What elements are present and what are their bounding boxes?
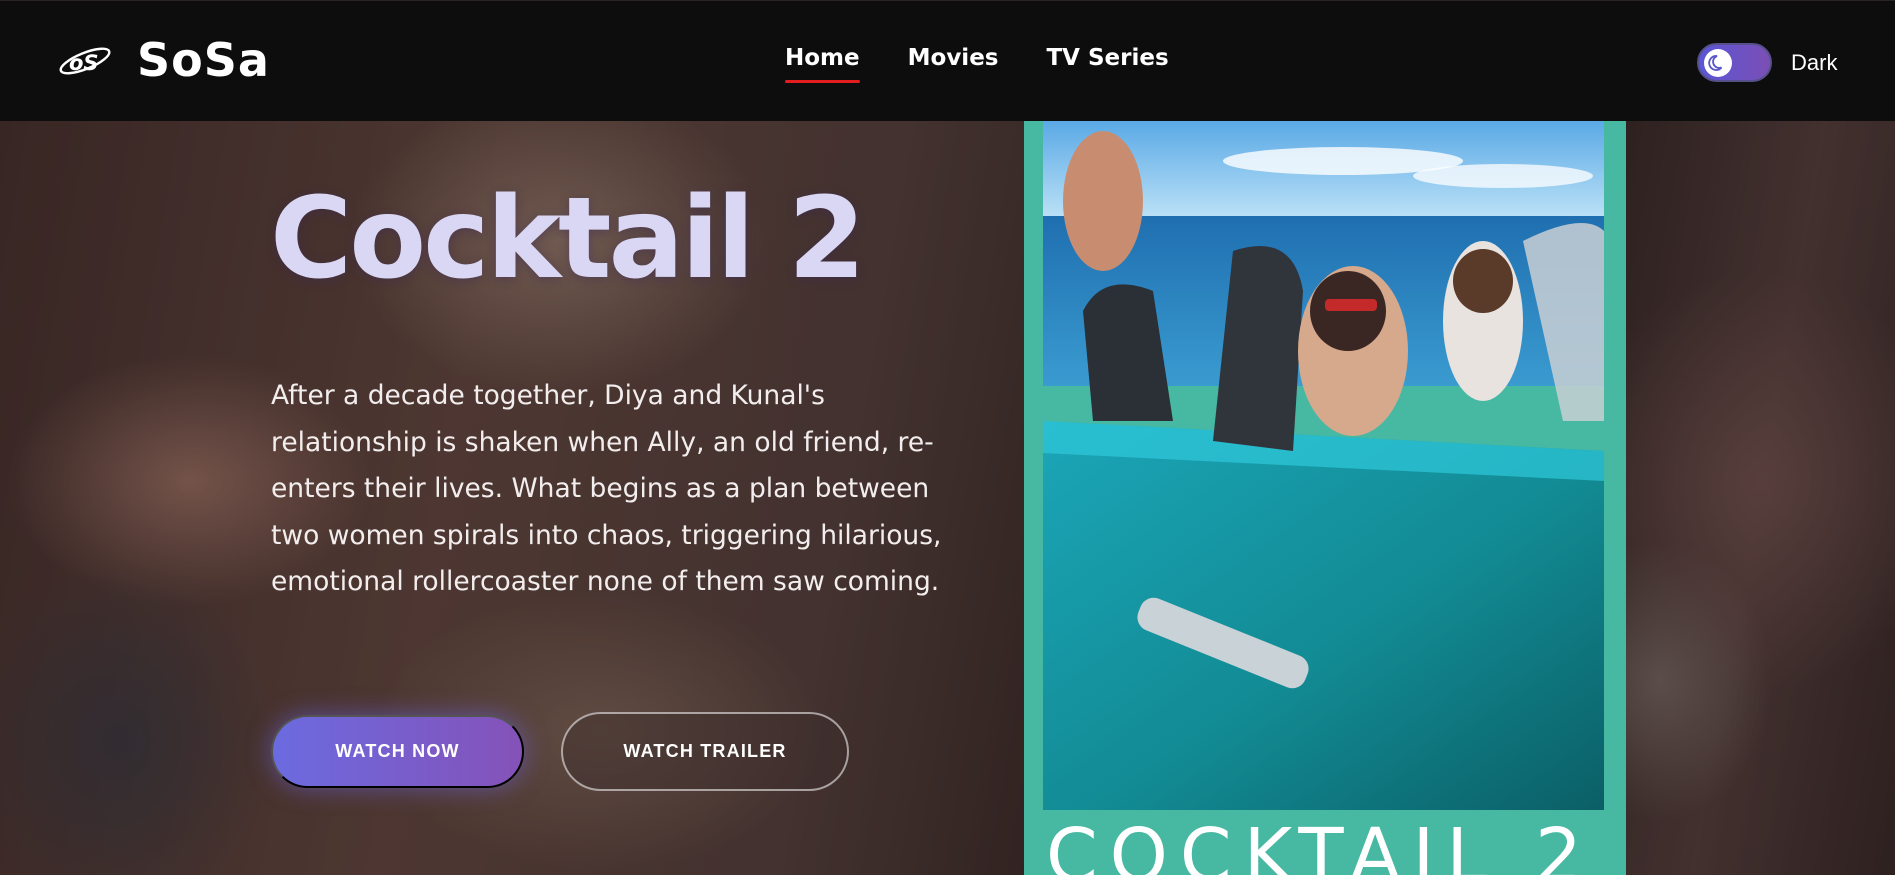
- poster-image: [1043, 121, 1604, 810]
- watch-now-button[interactable]: WATCH NOW: [271, 715, 524, 788]
- brand-name: SoSa: [137, 33, 270, 87]
- watch-trailer-button[interactable]: WATCH TRAILER: [561, 712, 849, 791]
- svg-text:oS: oS: [69, 51, 99, 75]
- hero-banner: Cocktail 2 After a decade together, Diya…: [0, 121, 1895, 875]
- nav-item-home[interactable]: Home: [785, 45, 860, 83]
- top-navbar: oS SoSa Home Movies TV Series Dark: [0, 0, 1895, 121]
- movie-description: After a decade together, Diya and Kunal'…: [271, 380, 942, 597]
- movie-poster[interactable]: COCKTAIL 2: [1024, 121, 1626, 875]
- nav-item-tv-series[interactable]: TV Series: [1046, 45, 1168, 71]
- toggle-knob: [1704, 49, 1732, 77]
- movie-title: Cocktail 2: [270, 174, 866, 304]
- poster-title-text: COCKTAIL 2: [1046, 813, 1595, 875]
- theme-toggle[interactable]: [1697, 43, 1772, 82]
- logo-icon: oS: [59, 47, 111, 75]
- nav-item-movies[interactable]: Movies: [908, 45, 999, 71]
- theme-label: Dark: [1791, 50, 1838, 75]
- moon-icon: [1708, 55, 1723, 71]
- brand-logo-link[interactable]: oS SoSa: [56, 33, 270, 87]
- main-nav: Home Movies TV Series: [785, 45, 1217, 83]
